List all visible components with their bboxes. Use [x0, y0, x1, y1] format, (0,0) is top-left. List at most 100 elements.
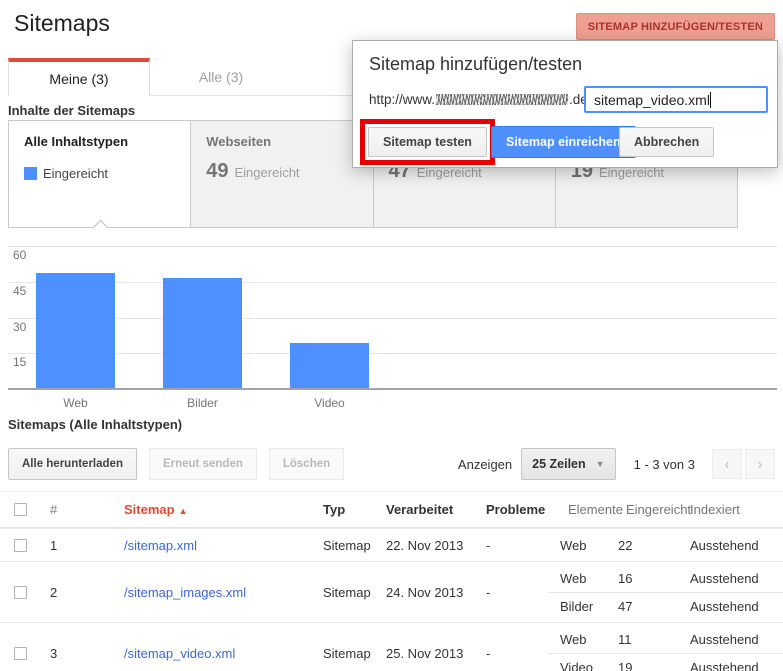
indexed-status: Ausstehend	[682, 653, 783, 671]
card-title: Webseiten	[206, 134, 357, 150]
download-all-button[interactable]: Alle herunterladen	[8, 448, 137, 480]
row-checkbox-cell	[0, 647, 42, 660]
sitemap-type: Sitemap	[315, 585, 380, 600]
delete-button[interactable]: Löschen	[269, 448, 344, 480]
show-rows-label: Anzeigen	[458, 457, 512, 472]
row-checkbox[interactable]	[14, 586, 27, 599]
chart-plot: 15304560WebBilderVideo	[8, 247, 777, 390]
select-all-checkbox[interactable]	[14, 503, 27, 516]
content-section-title: Inhalte der Sitemaps	[8, 103, 135, 118]
header-verarbeitet[interactable]: Verarbeitet	[380, 502, 478, 517]
next-page-button[interactable]: ›	[745, 449, 775, 479]
row-number: 1	[42, 538, 116, 553]
redacted-domain	[436, 94, 568, 105]
element-type: Bilder	[548, 592, 612, 620]
gridline	[8, 282, 777, 283]
rows-select-value: 25 Zeilen	[532, 457, 586, 471]
legend-row: Eingereicht	[24, 166, 175, 181]
processed-date: 22. Nov 2013	[380, 538, 478, 553]
row-checkbox[interactable]	[14, 647, 27, 660]
table-row: 1/sitemap.xml Sitemap22. Nov 2013-Web22Au…	[0, 528, 783, 561]
header-typ[interactable]: Typ	[315, 502, 380, 517]
processed-date: 24. Nov 2013	[380, 585, 478, 600]
sitemap-link-cell: /sitemap_images.xml	[116, 585, 315, 600]
y-axis-tick-label: 60	[13, 248, 26, 262]
prev-page-button[interactable]: ‹	[712, 449, 742, 479]
sitemap-type: Sitemap	[315, 538, 380, 553]
chevron-left-icon: ‹	[725, 456, 730, 473]
bar-video	[290, 343, 369, 388]
header-elemente[interactable]: Elemente	[548, 502, 612, 517]
table-header-row: # Sitemap▲ Typ Verarbeitet Probleme Elem…	[0, 492, 783, 528]
element-type: Web	[548, 564, 612, 592]
add-sitemap-button[interactable]: SITEMAP HINZUFÜGEN/TESTEN	[576, 13, 775, 40]
dialog-title: Sitemap hinzufügen/testen	[369, 54, 582, 75]
sitemap-link[interactable]: /sitemap_video.xml	[124, 646, 235, 661]
site-url-prefix: http://www..de/	[369, 92, 592, 107]
text-cursor	[710, 92, 711, 108]
element-type: Video	[548, 653, 612, 671]
pagination-range: 1 - 3 von 3	[634, 457, 695, 472]
tab-alle[interactable]: Alle (3)	[150, 58, 292, 95]
header-sitemap[interactable]: Sitemap▲	[116, 502, 315, 517]
row-checkbox-cell	[0, 539, 42, 552]
indexed-status: Ausstehend	[682, 564, 783, 592]
submitted-count: 22	[612, 531, 682, 559]
submit-sitemap-button[interactable]: Sitemap einreichen	[491, 126, 636, 158]
card-all-content-types[interactable]: Alle Inhaltstypen Eingereicht	[9, 121, 190, 227]
tab-meine[interactable]: Meine (3)	[8, 58, 150, 96]
row-checkbox-cell	[0, 586, 42, 599]
red-annotation-box: Sitemap testen	[360, 119, 495, 165]
selected-card-notch	[93, 220, 109, 236]
row-number: 2	[42, 585, 116, 600]
page-title: Sitemaps	[14, 10, 110, 37]
table-row: 2/sitemap_images.xmlSitemap24. Nov 2013-…	[0, 561, 783, 622]
y-axis-tick-label: 15	[13, 355, 26, 369]
rows-per-page-select[interactable]: 25 Zeilen ▼	[521, 448, 615, 480]
element-type: Web	[548, 625, 612, 653]
sort-asc-icon: ▲	[179, 506, 188, 516]
legend-swatch-icon	[24, 167, 37, 180]
gridline	[8, 353, 777, 354]
test-sitemap-button[interactable]: Sitemap testen	[368, 127, 487, 157]
indexed-status: Ausstehend	[682, 531, 783, 559]
table-body: 1/sitemap.xmlSitemap22. Nov 2013-Web22Au…	[0, 528, 783, 671]
table-toolbar: Alle herunterladen Erneut senden Löschen…	[8, 448, 775, 480]
chevron-right-icon: ›	[758, 456, 763, 473]
row-number: 3	[42, 646, 116, 661]
x-axis-line	[8, 388, 777, 390]
element-type: Web	[548, 531, 612, 559]
problems-value: -	[478, 538, 548, 553]
table-section-title: Sitemaps (Alle Inhaltstypen)	[8, 417, 182, 432]
header-indexiert[interactable]: Indexiert	[682, 502, 783, 517]
gridline	[8, 246, 777, 247]
sitemap-type: Sitemap	[315, 646, 380, 661]
bar-web	[36, 273, 115, 388]
submitted-count: 16	[612, 564, 682, 592]
sitemaps-page: Sitemaps SITEMAP HINZUFÜGEN/TESTEN Meine…	[0, 0, 783, 671]
x-axis-tick-label: Video	[290, 396, 369, 410]
x-axis-tick-label: Web	[36, 396, 115, 410]
problems-value: -	[478, 646, 548, 661]
sitemap-link[interactable]: /sitemap.xml	[124, 538, 197, 553]
sitemaps-table: # Sitemap▲ Typ Verarbeitet Probleme Elem…	[0, 491, 783, 671]
x-axis-tick-label: Bilder	[163, 396, 242, 410]
card-count: 49	[206, 160, 228, 183]
cancel-button[interactable]: Abbrechen	[619, 127, 714, 157]
header-num: #	[42, 502, 116, 517]
bar-bilder	[163, 278, 242, 388]
gridline	[8, 318, 777, 319]
submitted-count: 11	[612, 625, 682, 653]
sitemap-link[interactable]: /sitemap_images.xml	[124, 585, 246, 600]
header-probleme[interactable]: Probleme	[478, 502, 548, 517]
y-axis-tick-label: 30	[13, 320, 26, 334]
legend-label: Eingereicht	[43, 166, 108, 181]
sitemap-path-input[interactable]: sitemap_video.xml	[584, 86, 768, 113]
chevron-down-icon: ▼	[596, 459, 605, 469]
card-webseiten[interactable]: Webseiten 49 Eingereicht	[190, 121, 372, 227]
resend-button[interactable]: Erneut senden	[149, 448, 257, 480]
row-checkbox[interactable]	[14, 539, 27, 552]
header-eingereicht[interactable]: Eingereicht	[612, 502, 682, 517]
sitemap-link-cell: /sitemap.xml	[116, 538, 315, 553]
indexed-status: Ausstehend	[682, 592, 783, 620]
